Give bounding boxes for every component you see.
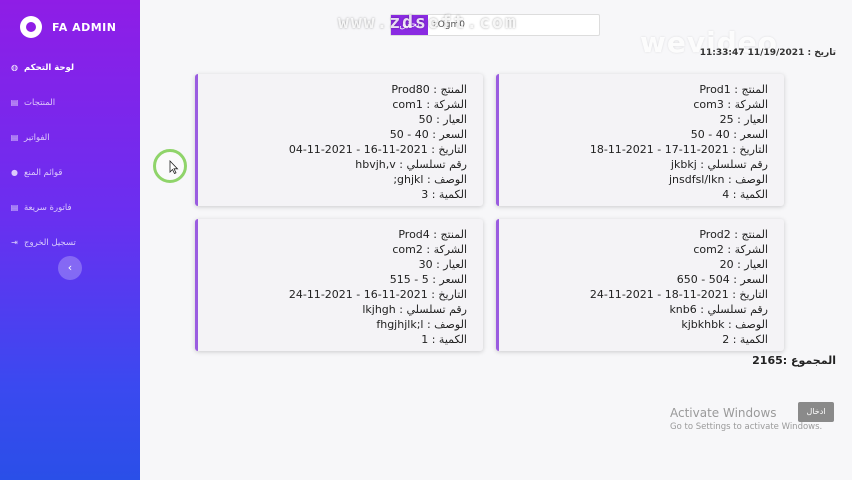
card-date: التاريخ : 2021-11-16 - 2021-11-04 [288, 143, 467, 156]
card-date: التاريخ : 2021-11-17 - 2021-11-18 [589, 143, 768, 156]
card-company: الشركة : com3 [693, 98, 768, 111]
users-icon: ● [11, 168, 18, 177]
sidebar-collapse-button[interactable]: ‹ [58, 256, 82, 280]
card-company: الشركة : com2 [392, 243, 467, 256]
brand-name: FA ADMIN [52, 20, 117, 34]
enter-button[interactable]: ادخال [798, 402, 834, 422]
card-product: المنتج : Prod2 [699, 228, 768, 241]
card-description: الوصف : fhgjhjlk;l [376, 318, 467, 331]
card-description: الوصف : ghjkl; [393, 173, 467, 186]
sidebar-item-label: المنتجات [24, 97, 56, 108]
sidebar-item-label: فاتورة سريعة [24, 202, 72, 213]
invoices-icon: ▤ [10, 133, 19, 142]
card-quantity: الكمية : 4 [722, 188, 768, 201]
brand[interactable]: FA ADMIN [0, 0, 140, 44]
card-date: التاريخ : 2021-11-16 - 2021-11-24 [288, 288, 467, 301]
card-description: الوصف : jnsdfsl/lkn [668, 173, 768, 186]
product-card: المنتج : Prod4 الشركة : com2 العيار : 30… [195, 219, 483, 351]
total-label: المجموع :2165 [752, 354, 836, 367]
datetime-label: تاريخ : 11/19/2021 11:33:47 [699, 48, 836, 58]
card-caliber: العيار : 20 [719, 258, 768, 271]
sidebar-item-logout[interactable]: ⇥ تسجيل الخروج [0, 225, 140, 260]
products-icon: ▤ [10, 98, 19, 107]
sidebar: FA ADMIN ◍ لوحة التحكم ▤ المنتجات ▤ الفو… [0, 0, 140, 480]
sidebar-nav: ◍ لوحة التحكم ▤ المنتجات ▤ الفواتير ● قو… [0, 50, 140, 260]
search-input[interactable] [431, 15, 599, 35]
product-card: المنتج : Prod80 الشركة : com1 العيار : 5… [195, 74, 483, 206]
card-date: التاريخ : 2021-11-18 - 2021-11-24 [589, 288, 768, 301]
product-card: المنتج : Prod1 الشركة : com3 العيار : 25… [496, 74, 784, 206]
card-caliber: العيار : 30 [418, 258, 467, 271]
quick-invoice-icon: ▤ [10, 203, 19, 212]
card-caliber: العيار : 50 [418, 113, 467, 126]
sidebar-item-label: لوحة التحكم [24, 62, 75, 73]
sidebar-item-dashboard[interactable]: ◍ لوحة التحكم [0, 50, 140, 85]
sidebar-item-invoices[interactable]: ▤ الفواتير [0, 120, 140, 155]
logout-icon: ⇥ [11, 238, 18, 247]
card-description: الوصف : kjbkhbk [681, 318, 768, 331]
card-quantity: الكمية : 3 [421, 188, 467, 201]
card-quantity: الكمية : 1 [421, 333, 467, 346]
card-price: السعر : 40 - 50 [389, 128, 467, 141]
activate-windows-subtitle: Go to Settings to activate Windows. [670, 422, 823, 432]
sidebar-item-label: الفواتير [24, 132, 50, 143]
card-price: السعر : 40 - 50 [690, 128, 768, 141]
card-company: الشركة : com1 [392, 98, 467, 111]
main-content: تحقق www.zdsoft.com wevideo تاريخ : 11/1… [140, 0, 852, 480]
card-serial: رقم تسلسلي : jkbkj [670, 158, 768, 171]
brand-logo-icon [20, 16, 42, 38]
card-company: الشركة : com2 [693, 243, 768, 256]
card-price: السعر : 5 - 515 [389, 273, 467, 286]
chevron-left-icon: ‹ [67, 261, 73, 274]
card-serial: رقم تسلسلي : lkjhgh [362, 303, 467, 316]
product-card: المنتج : Prod2 الشركة : com2 العيار : 20… [496, 219, 784, 351]
sidebar-item-quick-invoice[interactable]: ▤ فاتورة سريعة [0, 190, 140, 225]
card-product: المنتج : Prod1 [699, 83, 768, 96]
search-button[interactable]: تحقق [391, 15, 428, 35]
cursor-arrow-icon [169, 160, 179, 174]
dashboard-icon: ◍ [11, 63, 18, 72]
sidebar-item-label: تسجيل الخروج [24, 237, 76, 248]
sidebar-item-label: قوائم المنع [24, 167, 63, 178]
card-quantity: الكمية : 2 [722, 333, 768, 346]
card-product: المنتج : Prod80 [391, 83, 467, 96]
card-price: السعر : 504 - 650 [676, 273, 768, 286]
card-caliber: العيار : 25 [719, 113, 768, 126]
sidebar-item-products[interactable]: ▤ المنتجات [0, 85, 140, 120]
search-bar: تحقق [390, 14, 600, 36]
card-serial: رقم تسلسلي : hbvjh,v [355, 158, 467, 171]
sidebar-item-block-lists[interactable]: ● قوائم المنع [0, 155, 140, 190]
card-serial: رقم تسلسلي : knb6 [669, 303, 768, 316]
card-product: المنتج : Prod4 [398, 228, 467, 241]
